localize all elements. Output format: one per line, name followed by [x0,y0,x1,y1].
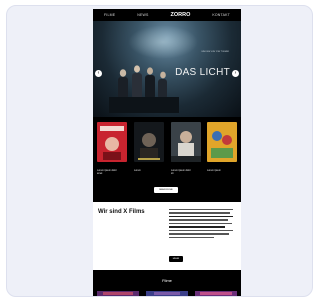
hero-banner[interactable]: EIN FILM VON TOM TYKWER DAS LICHT ‹ › [93,21,241,117]
film-thumbnail[interactable] [97,291,139,297]
poster-image [97,122,127,162]
poster-card[interactable]: Lorem ipsum dolor sit [171,122,201,175]
film-thumbnail[interactable] [195,291,237,297]
nav-item-contact[interactable]: KONTAKT [212,13,230,17]
poster-image [207,122,237,162]
poster-caption: Lorem ipsum [207,169,221,172]
hero-credits: EIN FILM VON TOM TYKWER [201,51,229,53]
hero-image-people [109,65,179,113]
chevron-right-icon[interactable]: › [232,70,239,77]
more-films-button[interactable]: MEHR FILME [154,187,178,193]
hero-light-glow [128,25,198,59]
about-title: Wir sind X Films [98,209,145,215]
about-text [169,209,233,240]
poster-caption: Lorem ipsum dolor sit [171,169,191,175]
site-logo[interactable]: ZORRO [171,12,191,18]
poster-image [171,122,201,162]
chevron-left-icon[interactable]: ‹ [95,70,102,77]
films-section: Filme [93,270,241,297]
film-thumbnail[interactable] [146,291,188,297]
poster-card[interactable]: Lorem [134,122,164,172]
nav-item-films[interactable]: FILME [104,13,115,17]
about-more-button[interactable]: MEHR [169,256,183,262]
website-preview: FILME NEWS ZORRO KONTAKT EIN FILM VON TO… [93,9,241,297]
poster-card[interactable]: Lorem ipsum [207,122,237,172]
poster-card[interactable]: Lorem ipsum dolor amet [97,122,127,175]
poster-caption: Lorem [134,169,141,172]
films-section-title: Filme [162,278,172,283]
film-posters: Lorem ipsum dolor amet Lorem Lorem ipsum… [97,122,237,175]
about-section: Wir sind X Films MEHR [93,202,241,270]
top-nav: FILME NEWS ZORRO KONTAKT [93,9,241,21]
hero-title: DAS LICHT [175,67,230,78]
nav-item-news[interactable]: NEWS [137,13,148,17]
poster-image [134,122,164,162]
poster-caption: Lorem ipsum dolor amet [97,169,117,175]
preview-card: FILME NEWS ZORRO KONTAKT EIN FILM VON TO… [6,5,313,297]
